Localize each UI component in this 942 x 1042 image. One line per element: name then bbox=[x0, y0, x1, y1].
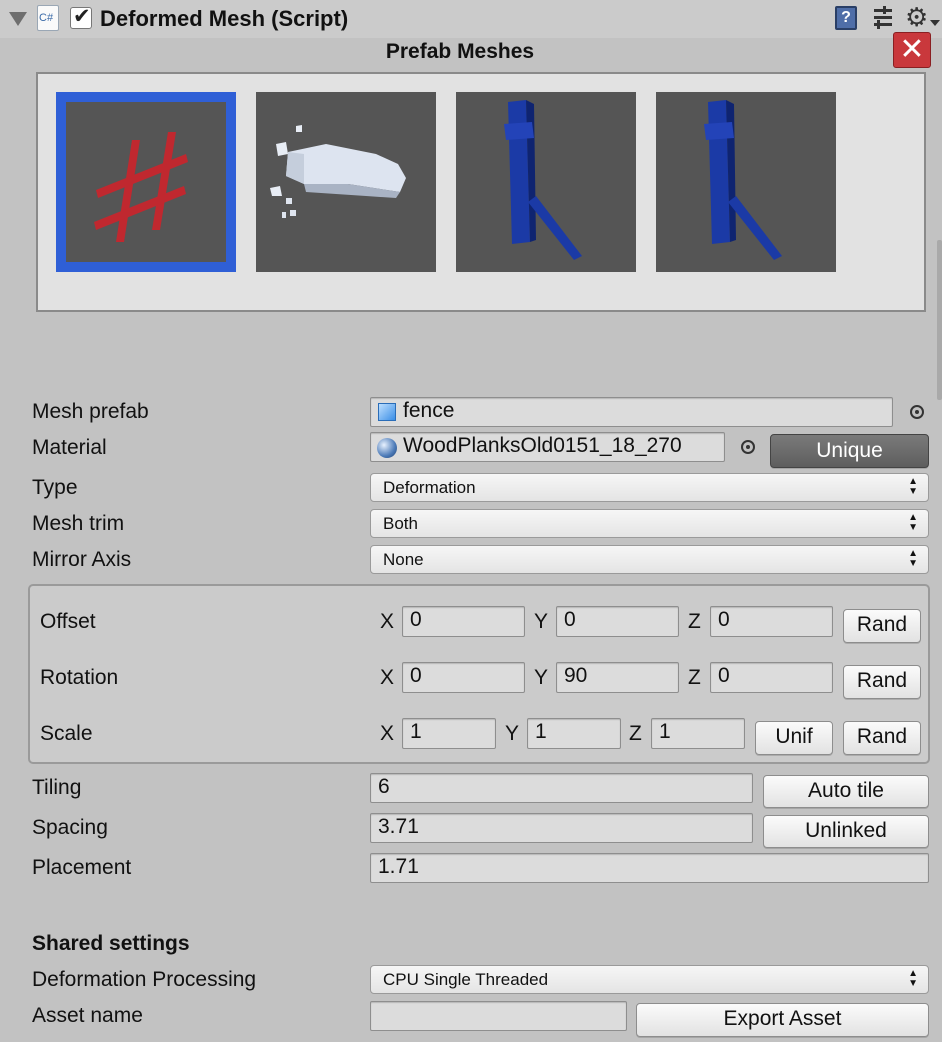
prefab-thumbnail-post-2[interactable] bbox=[656, 92, 836, 272]
rotation-y-axis-label: Y bbox=[534, 666, 549, 689]
enabled-checkbox[interactable]: ✔ bbox=[70, 5, 92, 29]
dropdown-arrows-icon: ▲ ▼ bbox=[908, 476, 918, 497]
foldout-arrow-icon[interactable] bbox=[9, 12, 27, 26]
unique-button[interactable]: Unique bbox=[770, 434, 929, 468]
auto-tile-button[interactable]: Auto tile bbox=[763, 775, 929, 808]
mesh-prefab-label: Mesh prefab bbox=[32, 400, 149, 423]
dropdown-arrows-icon: ▲ ▼ bbox=[908, 968, 918, 989]
component-header: C# ✔ Deformed Mesh (Script) ? ⚙ bbox=[0, 0, 942, 38]
offset-x-field[interactable]: 0 bbox=[402, 606, 525, 637]
rock-block-mesh-icon bbox=[270, 125, 406, 218]
scale-z-axis-label: Z bbox=[629, 722, 642, 745]
mirror-axis-value: None bbox=[383, 550, 424, 569]
component-title: Deformed Mesh (Script) bbox=[100, 6, 349, 31]
tiling-label: Tiling bbox=[32, 776, 82, 799]
scale-z-field[interactable]: 1 bbox=[651, 718, 745, 749]
material-label: Material bbox=[32, 436, 107, 459]
material-sphere-icon bbox=[377, 438, 397, 458]
rotation-z-axis-label: Z bbox=[688, 666, 701, 689]
deformation-processing-label: Deformation Processing bbox=[32, 968, 257, 991]
type-value: Deformation bbox=[383, 478, 476, 497]
rotation-rand-button[interactable]: Rand bbox=[843, 665, 921, 699]
script-file-icon: C# bbox=[37, 5, 59, 31]
mesh-trim-value: Both bbox=[383, 514, 418, 533]
offset-x-axis-label: X bbox=[380, 610, 395, 633]
placement-field[interactable]: 1.71 bbox=[370, 853, 929, 883]
mirror-axis-label: Mirror Axis bbox=[32, 548, 132, 571]
material-value: WoodPlanksOld0151_18_270 bbox=[403, 434, 682, 457]
material-field[interactable]: WoodPlanksOld0151_18_270 bbox=[370, 432, 725, 462]
offset-rand-button[interactable]: Rand bbox=[843, 609, 921, 643]
rotation-x-field[interactable]: 0 bbox=[402, 662, 525, 693]
scrollbar[interactable] bbox=[937, 240, 942, 400]
fence-mesh-icon bbox=[94, 132, 188, 242]
asset-name-label: Asset name bbox=[32, 1004, 143, 1027]
mesh-trim-label: Mesh trim bbox=[32, 512, 125, 535]
scale-x-field[interactable]: 1 bbox=[402, 718, 496, 749]
prefab-thumbnail-fence[interactable] bbox=[66, 102, 226, 262]
rotation-y-field[interactable]: 90 bbox=[556, 662, 679, 693]
mesh-prefab-value: fence bbox=[403, 399, 455, 422]
remove-mesh-button[interactable]: ✕ bbox=[893, 32, 931, 68]
offset-y-axis-label: Y bbox=[534, 610, 549, 633]
type-dropdown[interactable]: Deformation ▲ ▼ bbox=[370, 473, 929, 502]
spacing-field[interactable]: 3.71 bbox=[370, 813, 753, 843]
blue-post-mesh-icon bbox=[504, 100, 582, 260]
type-label: Type bbox=[32, 476, 78, 499]
preset-icon[interactable] bbox=[872, 6, 894, 30]
prefab-thumbnail-rock[interactable] bbox=[256, 92, 436, 272]
checkmark-icon: ✔ bbox=[73, 5, 91, 28]
object-picker-icon[interactable] bbox=[741, 440, 755, 454]
offset-label: Offset bbox=[40, 610, 96, 633]
rotation-label: Rotation bbox=[40, 666, 119, 689]
dropdown-arrows-icon: ▲ ▼ bbox=[908, 548, 918, 569]
deformation-processing-value: CPU Single Threaded bbox=[383, 970, 549, 989]
chevron-down-icon bbox=[930, 20, 940, 26]
blue-post-mesh-icon bbox=[704, 100, 782, 260]
close-icon: ✕ bbox=[899, 33, 925, 66]
scale-x-axis-label: X bbox=[380, 722, 395, 745]
tiling-field[interactable]: 6 bbox=[370, 773, 753, 803]
mirror-axis-dropdown[interactable]: None ▲ ▼ bbox=[370, 545, 929, 574]
shared-settings-heading: Shared settings bbox=[32, 932, 190, 955]
offset-z-field[interactable]: 0 bbox=[710, 606, 833, 637]
asset-name-field[interactable] bbox=[370, 1001, 627, 1031]
scale-unif-button[interactable]: Unif bbox=[755, 721, 833, 755]
placement-label: Placement bbox=[32, 856, 132, 879]
scale-y-field[interactable]: 1 bbox=[527, 718, 621, 749]
prefab-thumbnail-post-1[interactable] bbox=[456, 92, 636, 272]
help-icon[interactable]: ? bbox=[835, 6, 857, 30]
spacing-label: Spacing bbox=[32, 816, 108, 839]
mesh-trim-dropdown[interactable]: Both ▲ ▼ bbox=[370, 509, 929, 538]
prefab-cube-icon bbox=[378, 403, 396, 421]
offset-y-field[interactable]: 0 bbox=[556, 606, 679, 637]
prefab-meshes-title: Prefab Meshes bbox=[385, 40, 535, 63]
scale-rand-button[interactable]: Rand bbox=[843, 721, 921, 755]
scale-y-axis-label: Y bbox=[505, 722, 520, 745]
mesh-prefab-field[interactable]: fence bbox=[370, 397, 893, 427]
dropdown-arrows-icon: ▲ ▼ bbox=[908, 512, 918, 533]
offset-z-axis-label: Z bbox=[688, 610, 701, 633]
object-picker-icon[interactable] bbox=[910, 405, 924, 419]
rotation-x-axis-label: X bbox=[380, 666, 395, 689]
export-asset-button[interactable]: Export Asset bbox=[636, 1003, 929, 1037]
gear-icon[interactable]: ⚙ bbox=[905, 2, 928, 32]
rotation-z-field[interactable]: 0 bbox=[710, 662, 833, 693]
scale-label: Scale bbox=[40, 722, 93, 745]
unlinked-button[interactable]: Unlinked bbox=[763, 815, 929, 848]
deformation-processing-dropdown[interactable]: CPU Single Threaded ▲ ▼ bbox=[370, 965, 929, 994]
script-badge: C# bbox=[39, 12, 54, 24]
